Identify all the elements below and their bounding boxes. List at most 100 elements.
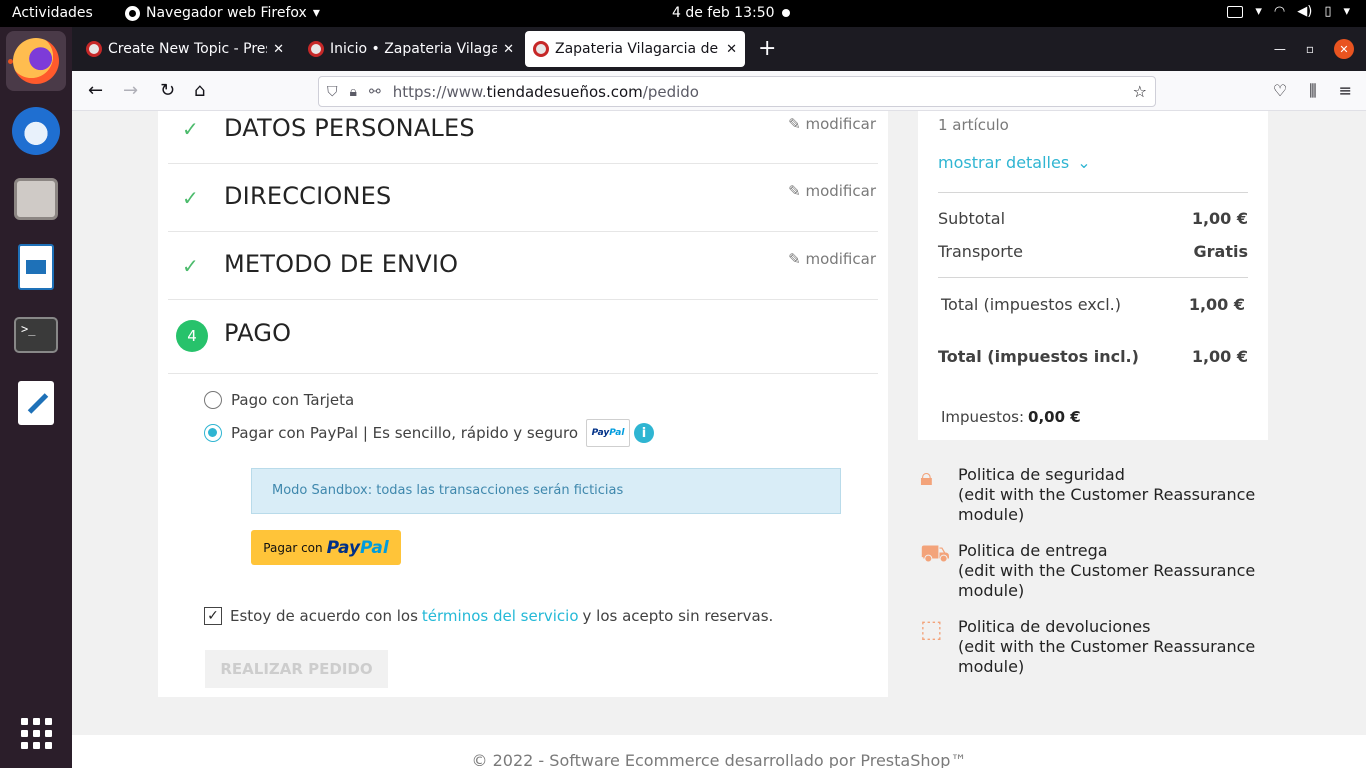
caret-down-icon: ▾ bbox=[1343, 4, 1350, 19]
info-icon[interactable]: i bbox=[634, 423, 654, 443]
subtotal-label: Subtotal bbox=[938, 209, 1006, 228]
screen-share-icon[interactable] bbox=[1227, 5, 1244, 18]
step-title: PAGO bbox=[224, 319, 292, 347]
payment-option-label: Pago con Tarjeta bbox=[231, 391, 355, 409]
reload-icon[interactable]: ↻ bbox=[160, 80, 175, 101]
clock[interactable]: 4 de feb 13:50 bbox=[672, 5, 775, 21]
payment-option-paypal[interactable]: Pagar con PayPal | Es sencillo, rápido y… bbox=[204, 419, 654, 447]
radio-card[interactable] bbox=[204, 391, 222, 409]
check-icon: ✓ bbox=[182, 254, 199, 278]
firefox-icon bbox=[13, 38, 59, 84]
lock-icon[interactable]: 🔒︎ bbox=[350, 84, 357, 100]
tab-inicio[interactable]: Inicio • Zapateria Vilagarc ✕ bbox=[300, 31, 522, 67]
dock-thunderbird[interactable] bbox=[6, 101, 66, 161]
system-top-bar: Actividades Navegador web Firefox ▾ 4 de… bbox=[0, 0, 1366, 27]
app-menu[interactable]: Navegador web Firefox ▾ bbox=[125, 5, 320, 21]
tab-create-topic[interactable]: Create New Topic - Presta ✕ bbox=[78, 31, 292, 67]
reassurance-title: Politica de devoluciones bbox=[958, 617, 1151, 636]
step-title: METODO DE ENVIO bbox=[224, 250, 459, 278]
dock-writer[interactable] bbox=[6, 237, 66, 297]
close-tab-icon[interactable]: ✕ bbox=[273, 42, 284, 57]
tab-zapateria-active[interactable]: Zapateria Vilagarcia de A ✕ bbox=[525, 31, 745, 67]
terminal-icon: >_ bbox=[14, 317, 58, 353]
reassurance-title: Politica de seguridad bbox=[958, 465, 1125, 484]
caret-down-icon: ▾ bbox=[312, 5, 320, 21]
permissions-icon[interactable]: ⚯ bbox=[369, 84, 381, 100]
favicon-icon bbox=[86, 41, 102, 57]
url-path: /pedido bbox=[642, 82, 699, 101]
files-icon bbox=[14, 178, 58, 220]
step-shipping-method[interactable]: ✓ METODO DE ENVIO ✎ modificar bbox=[168, 232, 878, 300]
total-excl-label: Total (impuestos excl.) bbox=[941, 295, 1122, 314]
modify-link[interactable]: ✎ modificar bbox=[788, 182, 876, 200]
battery-icon[interactable]: ▯ bbox=[1324, 4, 1331, 19]
chevron-down-icon: ⌄ bbox=[1077, 153, 1091, 172]
reassurance-title: Politica de entrega bbox=[958, 541, 1108, 560]
caret-down-icon: ▾ bbox=[1255, 4, 1262, 19]
step-title: DATOS PERSONALES bbox=[224, 114, 475, 142]
dock-terminal[interactable]: >_ bbox=[6, 305, 66, 365]
close-tab-icon[interactable]: ✕ bbox=[726, 42, 737, 57]
url-domain: tiendadesueños.com bbox=[486, 82, 643, 101]
show-details-link[interactable]: mostrar detalles ⌄ bbox=[938, 153, 1248, 172]
running-indicator-icon bbox=[8, 59, 13, 64]
terms-link[interactable]: términos del servicio bbox=[422, 607, 579, 625]
minimize-icon[interactable]: — bbox=[1274, 42, 1286, 56]
bookmark-star-icon[interactable]: ☆ bbox=[1133, 82, 1147, 101]
footer-credits: © 2022 - Software Ecommerce desarrollado… bbox=[72, 735, 1366, 768]
payment-option-label: Pagar con PayPal | Es sencillo, rápido y… bbox=[231, 424, 578, 442]
step-addresses[interactable]: ✓ DIRECCIONES ✎ modificar bbox=[168, 164, 878, 232]
modify-link[interactable]: ✎ modificar bbox=[788, 250, 876, 268]
wifi-icon[interactable]: ◠ bbox=[1274, 4, 1285, 19]
cart-summary: 1 artículo mostrar detalles ⌄ Subtotal 1… bbox=[918, 111, 1268, 440]
total-incl-label: Total (impuestos incl.) bbox=[938, 347, 1139, 366]
url-bar[interactable]: ⛉ 🔒︎ ⚯ https://www. tiendadesueños.com /… bbox=[318, 76, 1156, 107]
library-icon[interactable]: ⫼ bbox=[1309, 81, 1316, 101]
back-arrow-icon[interactable]: ← bbox=[88, 80, 103, 101]
dock-files[interactable] bbox=[6, 169, 66, 229]
place-order-button[interactable]: REALIZAR PEDIDO bbox=[205, 650, 388, 688]
system-tray[interactable]: ▾ ◠ ◀) ▯ ▾ bbox=[1227, 4, 1350, 19]
terms-text-after: y los acepto sin reservas. bbox=[582, 607, 774, 625]
close-window-icon[interactable]: ✕ bbox=[1334, 39, 1354, 59]
home-icon[interactable]: ⌂ bbox=[194, 80, 205, 101]
reassurance-returns: ⬚ Politica de devoluciones (edit with th… bbox=[918, 617, 1268, 677]
truck-icon: ⛟ bbox=[920, 539, 951, 567]
tab-title: Zapateria Vilagarcia de A bbox=[555, 41, 721, 57]
thunderbird-icon bbox=[12, 107, 60, 155]
taxes-label: Impuestos: bbox=[941, 408, 1025, 426]
items-count: 1 artículo bbox=[938, 116, 1009, 134]
close-tab-icon[interactable]: ✕ bbox=[503, 42, 514, 57]
step-personal-data[interactable]: ✓ DATOS PERSONALES ✎ modificar bbox=[168, 111, 878, 164]
paypal-pay-button[interactable]: Pagar con PayPal bbox=[251, 530, 401, 565]
maximize-icon[interactable]: ▫ bbox=[1306, 42, 1314, 56]
activities-button[interactable]: Actividades bbox=[12, 5, 93, 21]
paypal-button-prefix: Pagar con bbox=[263, 540, 323, 555]
reassurance-text: (edit with the Customer Reassurance modu… bbox=[958, 485, 1256, 524]
hamburger-menu-icon[interactable]: ≡ bbox=[1339, 81, 1352, 101]
sandbox-notice: Modo Sandbox: todas las transacciones se… bbox=[251, 468, 841, 514]
pocket-icon[interactable]: ♡ bbox=[1273, 81, 1287, 101]
notification-dot-icon bbox=[782, 9, 790, 17]
dock-text-editor[interactable] bbox=[6, 373, 66, 433]
radio-paypal[interactable] bbox=[204, 424, 222, 442]
return-box-icon: ⬚ bbox=[920, 615, 943, 643]
navigation-toolbar: ← → ↻ ⌂ ⛉ 🔒︎ ⚯ https://www. tiendadesueñ… bbox=[72, 71, 1366, 111]
total-excl-value: 1,00 € bbox=[1188, 295, 1245, 314]
terms-agreement: ✓ Estoy de acuerdo con los términos del … bbox=[204, 607, 773, 625]
payment-option-card[interactable]: Pago con Tarjeta bbox=[204, 391, 354, 409]
window-controls: — ▫ ✕ bbox=[1274, 39, 1354, 59]
show-applications-button[interactable] bbox=[6, 703, 66, 763]
total-incl-value: 1,00 € bbox=[1191, 347, 1248, 366]
new-tab-button[interactable]: + bbox=[758, 36, 776, 61]
text-editor-icon bbox=[18, 381, 54, 425]
tracking-shield-icon[interactable]: ⛉ bbox=[327, 84, 338, 100]
terms-checkbox[interactable]: ✓ bbox=[204, 607, 222, 625]
subtotal-value: 1,00 € bbox=[1191, 209, 1248, 228]
favicon-icon bbox=[533, 41, 549, 57]
dock-firefox[interactable] bbox=[6, 31, 66, 91]
forward-arrow-icon[interactable]: → bbox=[123, 80, 138, 101]
volume-icon[interactable]: ◀) bbox=[1297, 4, 1312, 19]
lock-icon: 🔒︎ bbox=[920, 463, 933, 491]
modify-link[interactable]: ✎ modificar bbox=[788, 115, 876, 133]
